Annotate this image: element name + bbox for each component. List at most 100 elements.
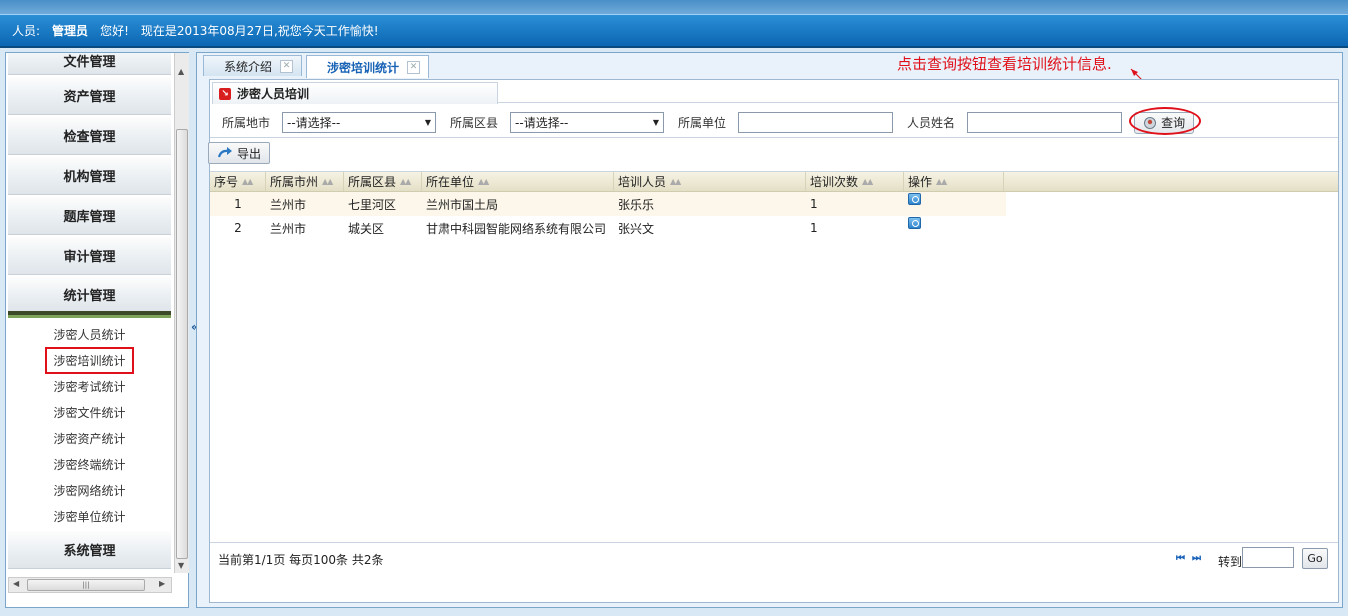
scroll-up-icon[interactable]: ▲ [178,67,184,76]
first-prev-page-icons[interactable]: ⏮ ⏭ [1176,553,1201,564]
unit-label: 所属单位 [678,116,727,130]
sidebar-item-personnel-stats[interactable]: 涉密人员统计 [6,321,173,347]
sidebar-item-label: 涉密考试统计 [53,379,126,394]
sidebar-horizontal-scrollbar[interactable]: ◀ ||| ▶ [8,577,172,593]
menu-group-inspection[interactable]: 检查管理 [8,117,171,155]
scrollbar-thumb[interactable]: ||| [27,579,145,591]
app-header: 人员: 管理员 您好! 现在是2013年08月27日,祝您今天工作愉快! [0,14,1348,48]
content-area: ↘ 涉密人员培训 所属地市 --请选择-- ▼ 所属区县 --请选择-- ▼ 所… [208,79,1339,603]
export-button-label: 导出 [237,146,262,161]
scrollbar-thumb[interactable] [176,129,188,559]
sort-icon: ▲▲ [400,177,411,186]
menu-group-organization[interactable]: 机构管理 [8,157,171,195]
statistics-submenu: 涉密人员统计 涉密培训统计 涉密考试统计 涉密文件统计 涉密资产统计 涉密终端统… [6,317,173,529]
sidebar-item-unit-stats[interactable]: 涉密单位统计 [6,503,173,529]
column-header[interactable]: 培训次数 ▲▲ [806,172,904,191]
sidebar-item-terminal-stats[interactable]: 涉密终端统计 [6,451,173,477]
district-label: 所属区县 [450,116,499,130]
column-header[interactable]: 培训人员 ▲▲ [614,172,806,191]
unit-input[interactable] [738,112,894,133]
column-header[interactable]: 所属市州 ▲▲ [266,172,344,191]
sidebar-vertical-scrollbar[interactable]: ▲ ▼ [174,53,189,573]
greeting-text: 您好! [100,24,129,38]
sort-icon: ▲▲ [478,177,489,186]
sidebar-item-label: 涉密单位统计 [53,509,126,524]
goto-label: 转到 [1218,555,1243,569]
pagination-info: 当前第1/1页 每页100条 共2条 [218,553,384,567]
view-details-icon[interactable] [908,192,921,205]
cell-city: 兰州市 [270,221,307,236]
chevron-down-icon: ▼ [424,118,432,127]
menu-group-audit[interactable]: 审计管理 [8,237,171,275]
menu-group-system[interactable]: 系统管理 [8,531,171,569]
sidebar-item-network-stats[interactable]: 涉密网络统计 [6,477,173,503]
tab-system-intro[interactable]: 系统介绍 ✕ [203,55,303,76]
export-icon [217,147,232,158]
menu-group-file[interactable]: 文件管理 [8,53,171,75]
sort-icon: ▲▲ [322,177,333,186]
sidebar-item-file-stats[interactable]: 涉密文件统计 [6,399,173,425]
menu-group-statistics[interactable]: 统计管理 [8,277,171,315]
scroll-left-icon[interactable]: ◀ [13,579,19,588]
sort-icon: ▲▲ [862,177,873,186]
instruction-annotation: 点击查询按钮查看培训统计信息. [897,55,1112,73]
cell-no: 1 [234,197,242,211]
column-label: 所在单位 [426,175,475,189]
cell-unit: 兰州市国土局 [426,197,499,212]
sidebar-item-training-stats[interactable]: 涉密培训统计 [6,346,173,374]
date-text: 现在是2013年08月27日,祝您今天工作愉快! [140,24,379,38]
district-select[interactable]: --请选择-- ▼ [510,112,665,133]
menu-group-asset[interactable]: 资产管理 [8,77,171,115]
cell-no: 2 [234,221,242,235]
column-header[interactable]: 所属区县 ▲▲ [344,172,422,191]
column-label: 序号 [214,175,239,189]
scroll-down-icon[interactable]: ▼ [178,561,184,570]
sidebar-menu: 文件管理 资产管理 检查管理 机构管理 题库管理 审计管理 统计管理 涉密人员统… [6,53,173,573]
person-label: 人员: [12,24,41,38]
column-header[interactable]: 操作 ▲▲ [904,172,1004,191]
tab-label: 系统介绍 [224,59,273,74]
sort-icon: ▲▲ [936,177,947,186]
grid-toolbar: 导出 [208,142,271,164]
cell-unit: 甘肃中科园智能网络系统有限公司 [426,221,607,236]
menu-group-question-bank[interactable]: 题库管理 [8,197,171,235]
column-label: 培训人员 [618,175,667,189]
main-panel: 系统介绍 ✕ 涉密培训统计 ✕ 点击查询按钮查看培训统计信息. ↘ 涉密人员培训… [196,52,1343,608]
cell-city: 兰州市 [270,197,307,212]
column-header[interactable]: 所在单位 ▲▲ [422,172,614,191]
scroll-right-icon[interactable]: ▶ [159,579,165,588]
goto-page-input[interactable] [1242,547,1294,568]
export-button[interactable]: 导出 [208,142,271,164]
user-name: 管理员 [52,24,89,38]
table-row[interactable]: 1 兰州市 七里河区 兰州市国土局 张乐乐 1 [210,192,1006,216]
cell-district: 七里河区 [348,197,397,212]
cell-person: 张兴文 [618,221,655,236]
sidebar-item-label: 涉密终端统计 [53,457,126,472]
go-button[interactable]: Go [1302,548,1328,569]
table-row[interactable]: 2 兰州市 城关区 甘肃中科园智能网络系统有限公司 张兴文 1 [210,216,1338,240]
sidebar-item-asset-stats[interactable]: 涉密资产统计 [6,425,173,451]
divider [498,102,1338,103]
close-icon[interactable]: ✕ [280,59,294,73]
sidebar-item-exam-stats[interactable]: 涉密考试统计 [6,373,173,399]
tab-label: 涉密培训统计 [327,60,400,75]
sidebar-item-label: 涉密文件统计 [53,405,126,420]
chevron-down-icon: ▼ [652,118,660,127]
city-select[interactable]: --请选择-- ▼ [282,112,437,133]
data-grid: 序号 ▲▲ 所属市州 ▲▲ 所属区县 ▲▲ 所在单位 ▲▲ 培训人员 ▲▲ 培训次数 ▲▲ … [210,171,1338,541]
panel-title: ↘ 涉密人员培训 [212,82,498,104]
close-icon[interactable]: ✕ [407,60,421,74]
name-input[interactable] [967,112,1123,133]
sidebar-item-label: 涉密网络统计 [53,483,126,498]
tab-training-stats[interactable]: 涉密培训统计 ✕ [306,55,430,78]
sidebar: 文件管理 资产管理 检查管理 机构管理 题库管理 审计管理 统计管理 涉密人员统… [5,52,189,608]
column-header[interactable]: 序号 ▲▲ [210,172,266,191]
sort-icon: ▲▲ [670,177,681,186]
cell-action [904,192,1004,212]
column-label: 操作 [908,175,933,189]
district-select-value: --请选择-- [515,116,569,130]
cell-count: 1 [810,221,818,235]
query-highlight-ring [1129,107,1201,135]
view-details-icon[interactable] [908,216,921,229]
cell-count: 1 [810,197,818,211]
